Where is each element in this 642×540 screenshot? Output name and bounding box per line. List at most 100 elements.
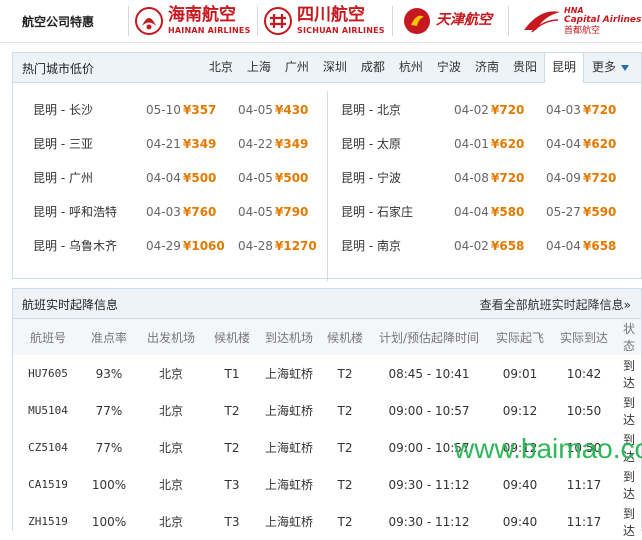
fare-price[interactable]: ¥620 xyxy=(491,127,524,161)
fare-price[interactable]: ¥620 xyxy=(583,127,616,161)
fare-row[interactable]: 昆明 - 太原 04-01 ¥620 04-04 ¥620 xyxy=(328,127,641,161)
fare-price[interactable]: ¥349 xyxy=(183,127,216,161)
fare-price[interactable]: ¥658 xyxy=(491,229,524,263)
tianjin-airlines-logo[interactable]: 天津航空 xyxy=(402,4,492,38)
fare-row[interactable]: 昆明 - 乌鲁木齐 04-29 ¥1060 04-28 ¥1270 xyxy=(13,229,327,263)
fare-price[interactable]: ¥580 xyxy=(491,195,524,229)
tab-ningbo[interactable]: 宁波 xyxy=(430,53,468,82)
fare-row[interactable]: 昆明 - 长沙 05-10 ¥357 04-05 ¥430 xyxy=(13,93,327,127)
tab-jinan[interactable]: 济南 xyxy=(468,53,506,82)
actual-departure: 09:40 xyxy=(502,477,538,492)
table-row[interactable]: CA1519 100% 北京 T3 上海虹桥 T2 09:30 - 11:12 … xyxy=(13,466,641,503)
tab-chengdu[interactable]: 成都 xyxy=(354,53,392,82)
fare-price[interactable]: ¥357 xyxy=(183,93,216,127)
arrival-terminal: T2 xyxy=(337,514,353,529)
tianjin-airlines-icon xyxy=(404,8,430,34)
fare-price[interactable]: ¥760 xyxy=(183,195,216,229)
fare-route[interactable]: 昆明 - 宁波 xyxy=(341,161,401,195)
tab-shanghai[interactable]: 上海 xyxy=(240,53,278,82)
fare-route[interactable]: 昆明 - 北京 xyxy=(341,93,401,127)
column-header: 实际到达 xyxy=(551,319,617,355)
arrival-terminal: T2 xyxy=(337,440,353,455)
flight-panel-title: 航班实时起降信息 xyxy=(22,298,119,312)
status-badge: 到达 xyxy=(622,469,635,501)
fare-price[interactable]: ¥720 xyxy=(491,93,524,127)
actual-departure: 09:01 xyxy=(502,366,538,381)
fare-row[interactable]: 昆明 - 呼和浩特 04-03 ¥760 04-05 ¥790 xyxy=(13,195,327,229)
tab-guiyang[interactable]: 贵阳 xyxy=(506,53,544,82)
fare-price[interactable]: ¥1060 xyxy=(183,229,225,263)
fare-row[interactable]: 昆明 - 石家庄 04-04 ¥580 05-27 ¥590 xyxy=(328,195,641,229)
tab-hangzhou[interactable]: 杭州 xyxy=(392,53,430,82)
capital-airlines-logo[interactable]: HNA Capital Airlines 首都航空 xyxy=(522,4,641,38)
fare-price[interactable]: ¥349 xyxy=(275,127,308,161)
fare-route[interactable]: 昆明 - 太原 xyxy=(341,127,401,161)
capital-airlines-name: 首都航空 xyxy=(564,25,601,36)
fare-price[interactable]: ¥720 xyxy=(583,161,616,195)
table-header-row: 航班号 准点率 出发机场 候机楼 到达机场 候机楼 计划/预估起降时间 实际起飞… xyxy=(13,319,641,355)
chevron-down-icon xyxy=(621,64,629,71)
airline-specials-title: 航空公司特惠 xyxy=(22,15,95,29)
fare-date: 04-05 xyxy=(238,205,273,219)
fare-price[interactable]: ¥430 xyxy=(275,93,308,127)
fare-price[interactable]: ¥500 xyxy=(183,161,216,195)
airline-specials-bar: 航空公司特惠 海南航空 HAINAN AIRLINES 四川航空 SICHUAN… xyxy=(0,0,642,43)
fare-row[interactable]: 昆明 - 南京 04-02 ¥658 04-04 ¥658 xyxy=(328,229,641,263)
fare-price[interactable]: ¥720 xyxy=(583,93,616,127)
fare-route[interactable]: 昆明 - 长沙 xyxy=(33,93,93,127)
fare-row[interactable]: 昆明 - 广州 04-04 ¥500 04-05 ¥500 xyxy=(13,161,327,195)
column-header: 状态 xyxy=(617,319,641,355)
fare-date: 04-01 xyxy=(454,137,489,151)
departure-terminal: T2 xyxy=(224,403,240,418)
fare-price[interactable]: ¥658 xyxy=(583,229,616,263)
more-cities-dropdown[interactable]: 更多 xyxy=(584,53,641,82)
tab-shenzhen[interactable]: 深圳 xyxy=(316,53,354,82)
hainan-airlines-logo[interactable]: 海南航空 HAINAN AIRLINES xyxy=(134,4,251,38)
status-badge: 到达 xyxy=(622,506,635,538)
status-badge: 到达 xyxy=(622,358,635,390)
fare-route[interactable]: 昆明 - 乌鲁木齐 xyxy=(33,229,117,263)
fare-route[interactable]: 昆明 - 呼和浩特 xyxy=(33,195,117,229)
sichuan-airlines-logo[interactable]: 四川航空 SICHUAN AIRLINES xyxy=(263,4,385,38)
table-row[interactable]: MU5104 77% 北京 T2 上海虹桥 T2 09:00 - 10:57 0… xyxy=(13,392,641,429)
fare-date: 04-05 xyxy=(238,103,273,117)
fare-route[interactable]: 昆明 - 南京 xyxy=(341,229,401,263)
on-time-rate: 100% xyxy=(91,477,127,492)
fare-route[interactable]: 昆明 - 三亚 xyxy=(33,127,93,161)
tab-kunming[interactable]: 昆明 xyxy=(543,53,584,83)
hainan-airlines-name: 海南航空 xyxy=(168,5,236,25)
departure-terminal: T3 xyxy=(224,477,240,492)
fare-row[interactable]: 昆明 - 三亚 04-21 ¥349 04-22 ¥349 xyxy=(13,127,327,161)
table-row[interactable]: HU7605 93% 北京 T1 上海虹桥 T2 08:45 - 10:41 0… xyxy=(13,355,641,392)
fare-price[interactable]: ¥790 xyxy=(275,195,308,229)
view-all-flights-link[interactable]: 查看全部航班实时起降信息» xyxy=(480,296,631,313)
flight-number[interactable]: MU5104 xyxy=(13,392,83,429)
fare-price[interactable]: ¥500 xyxy=(275,161,308,195)
fare-row[interactable]: 昆明 - 宁波 04-08 ¥720 04-09 ¥720 xyxy=(328,161,641,195)
fares-right-column: 昆明 - 北京 04-02 ¥720 04-03 ¥720 昆明 - 太原 04… xyxy=(328,93,641,263)
arrival-terminal: T2 xyxy=(337,403,353,418)
fare-date: 04-29 xyxy=(146,239,181,253)
table-row[interactable]: ZH1519 100% 北京 T3 上海虹桥 T2 09:30 - 11:12 … xyxy=(13,503,641,540)
tab-guangzhou[interactable]: 广州 xyxy=(278,53,316,82)
arrival-airport: 上海虹桥 xyxy=(264,404,313,418)
arrival-airport: 上海虹桥 xyxy=(264,515,313,529)
flight-number[interactable]: CA1519 xyxy=(13,466,83,503)
flight-number[interactable]: CZ5104 xyxy=(13,429,83,466)
fare-route[interactable]: 昆明 - 石家庄 xyxy=(341,195,413,229)
hot-city-fares-panel: 热门城市低价 北京 上海 广州 深圳 成都 杭州 宁波 济南 贵阳 昆明 更多 … xyxy=(12,52,642,281)
flight-number[interactable]: HU7605 xyxy=(13,355,83,392)
fare-date: 04-21 xyxy=(146,137,181,151)
flight-status-panel: 航班实时起降信息 查看全部航班实时起降信息» 航班号 准点率 出发机场 候机楼 … xyxy=(12,288,642,538)
fare-row[interactable]: 昆明 - 北京 04-02 ¥720 04-03 ¥720 xyxy=(328,93,641,127)
column-header: 实际起飞 xyxy=(489,319,551,355)
actual-arrival: 11:17 xyxy=(566,477,602,492)
fare-date: 04-09 xyxy=(546,171,581,185)
fare-price[interactable]: ¥1270 xyxy=(275,229,317,263)
tab-beijing[interactable]: 北京 xyxy=(202,53,240,82)
fare-price[interactable]: ¥720 xyxy=(491,161,524,195)
fare-route[interactable]: 昆明 - 广州 xyxy=(33,161,93,195)
fare-price[interactable]: ¥590 xyxy=(583,195,616,229)
hainan-airlines-icon xyxy=(135,7,163,35)
flight-number[interactable]: ZH1519 xyxy=(13,503,83,540)
